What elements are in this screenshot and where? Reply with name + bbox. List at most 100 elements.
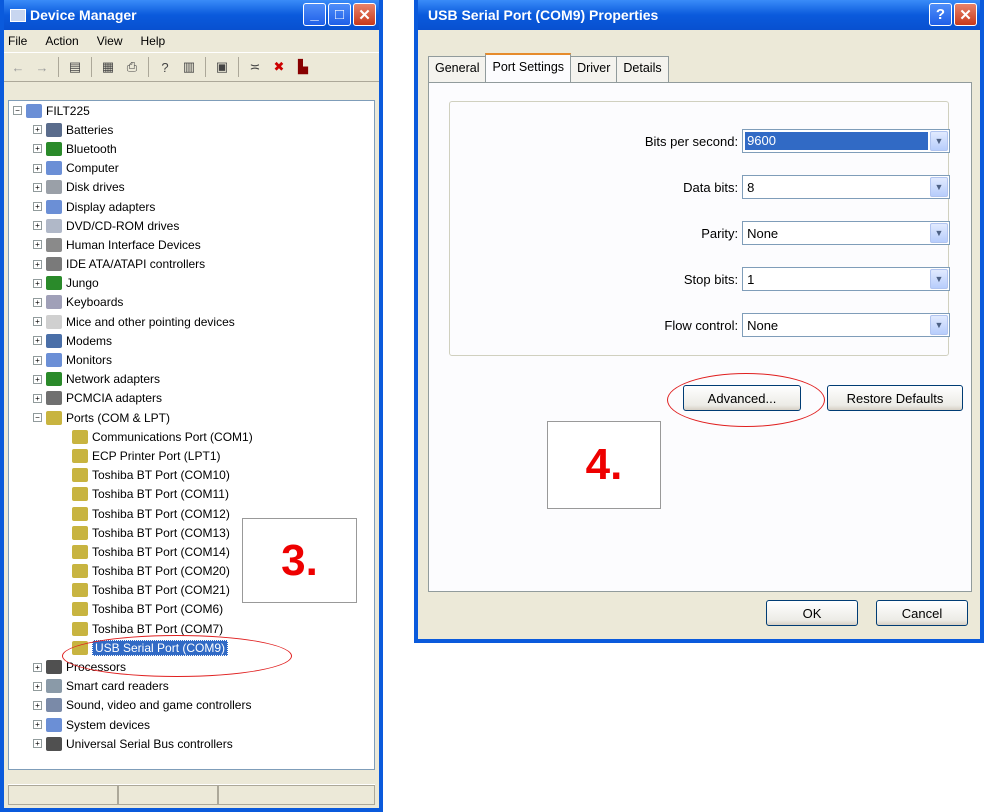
- device-category-icon: [46, 660, 62, 675]
- minimize-button[interactable]: _: [303, 3, 326, 26]
- menu-help[interactable]: Help: [141, 34, 166, 48]
- expand-icon[interactable]: +: [33, 202, 42, 212]
- ok-button[interactable]: OK: [766, 600, 858, 626]
- expand-icon[interactable]: +: [33, 297, 42, 307]
- tree-item-port[interactable]: Communications Port (COM1): [9, 427, 374, 446]
- help-icon[interactable]: ?: [157, 59, 173, 75]
- cancel-button[interactable]: Cancel: [876, 600, 968, 626]
- tree-item-category[interactable]: + Computer: [9, 159, 374, 178]
- print-icon[interactable]: ⎙: [124, 59, 140, 75]
- flow-control-select[interactable]: None ▼: [742, 313, 950, 337]
- forward-arrow-icon[interactable]: →: [34, 59, 50, 75]
- tree-item-category[interactable]: + Human Interface Devices: [9, 235, 374, 254]
- back-arrow-icon[interactable]: ←: [10, 59, 26, 75]
- tree-item-category[interactable]: + Display adapters: [9, 197, 374, 216]
- tree-item-category[interactable]: + Universal Serial Bus controllers: [9, 734, 374, 753]
- tab-general[interactable]: General: [428, 56, 487, 82]
- stop-bits-select[interactable]: 1 ▼: [742, 267, 950, 291]
- uninstall-icon[interactable]: ▙: [295, 59, 311, 75]
- menu-action[interactable]: Action: [45, 34, 78, 48]
- expand-icon[interactable]: +: [33, 739, 42, 749]
- view-icon[interactable]: ▥: [181, 59, 197, 75]
- scan-hardware-icon[interactable]: ▣: [214, 59, 230, 75]
- tree-item-port[interactable]: ECP Printer Port (LPT1): [9, 446, 374, 465]
- expand-icon[interactable]: +: [33, 278, 42, 288]
- expand-icon[interactable]: +: [33, 259, 42, 269]
- expand-icon[interactable]: +: [33, 355, 42, 365]
- pp-titlebar[interactable]: USB Serial Port (COM9) Properties ? ✕: [418, 0, 980, 30]
- tree-item-category[interactable]: + Bluetooth: [9, 139, 374, 158]
- parity-select[interactable]: None ▼: [742, 221, 950, 245]
- expand-icon[interactable]: +: [33, 720, 42, 730]
- tree-item-category[interactable]: + Modems: [9, 331, 374, 350]
- field-label: Flow control:: [664, 317, 739, 333]
- chevron-down-icon[interactable]: ▼: [930, 223, 948, 243]
- tree-item-category[interactable]: + Mice and other pointing devices: [9, 312, 374, 331]
- tree-item-category[interactable]: + Smart card readers: [9, 677, 374, 696]
- expand-icon[interactable]: +: [33, 393, 42, 403]
- expand-icon[interactable]: +: [33, 662, 42, 672]
- chevron-down-icon[interactable]: ▼: [930, 269, 948, 289]
- tree-item-category[interactable]: + System devices: [9, 715, 374, 734]
- chevron-down-icon[interactable]: ▼: [930, 315, 948, 335]
- collapse-icon[interactable]: −: [13, 106, 22, 116]
- device-category-icon: [46, 122, 62, 137]
- disable-icon[interactable]: ✖: [271, 59, 287, 75]
- expand-icon[interactable]: +: [33, 240, 42, 250]
- tree-item-label: Toshiba BT Port (COM14): [92, 544, 230, 559]
- dm-titlebar[interactable]: Device Manager _ □ ✕: [4, 0, 379, 30]
- tree-item-category[interactable]: + Keyboards: [9, 293, 374, 312]
- device-category-icon: [72, 429, 88, 444]
- expand-icon[interactable]: +: [33, 221, 42, 231]
- field-label: Data bits:: [683, 179, 739, 195]
- tab-port-settings[interactable]: Port Settings: [485, 53, 572, 83]
- tree-item-port[interactable]: Toshiba BT Port (COM11): [9, 485, 374, 504]
- tree-item-category[interactable]: + Jungo: [9, 274, 374, 293]
- properties-dialog: USB Serial Port (COM9) Properties ? ✕ Ge…: [414, 0, 984, 643]
- data-bits-select[interactable]: 8 ▼: [742, 175, 950, 199]
- tree-item-ports[interactable]: − Ports (COM & LPT): [9, 408, 374, 427]
- restore-defaults-button[interactable]: Restore Defaults: [827, 385, 963, 411]
- menu-view[interactable]: View: [97, 34, 123, 48]
- device-category-icon: [72, 487, 88, 502]
- tree-item-category[interactable]: + Batteries: [9, 120, 374, 139]
- chevron-down-icon[interactable]: ▼: [930, 177, 948, 197]
- close-button[interactable]: ✕: [954, 3, 977, 26]
- expand-icon[interactable]: +: [33, 681, 42, 691]
- device-category-icon: [72, 468, 88, 483]
- tab-details[interactable]: Details: [616, 56, 669, 82]
- maximize-button[interactable]: □: [328, 3, 351, 26]
- menu-file[interactable]: File: [8, 34, 27, 48]
- tree-item-label: Monitors: [66, 353, 113, 368]
- expand-icon[interactable]: +: [33, 125, 42, 135]
- tree-item-category[interactable]: + DVD/CD-ROM drives: [9, 216, 374, 235]
- tree-item-category[interactable]: + IDE ATA/ATAPI controllers: [9, 255, 374, 274]
- tree-item-port[interactable]: Toshiba BT Port (COM10): [9, 466, 374, 485]
- show-hide-tree-icon[interactable]: ▤: [67, 59, 83, 75]
- tree-item-category[interactable]: + Network adapters: [9, 370, 374, 389]
- tab-driver[interactable]: Driver: [570, 56, 618, 82]
- chevron-down-icon[interactable]: ▼: [930, 131, 948, 151]
- expand-icon[interactable]: +: [33, 182, 42, 192]
- tree-item-category[interactable]: + Monitors: [9, 350, 374, 369]
- update-driver-icon[interactable]: ≍: [247, 59, 263, 75]
- expand-icon[interactable]: +: [33, 317, 42, 327]
- dm-toolbar: ← → ▤ ▦ ⎙ ? ▥ ▣ ≍ ✖ ▙: [4, 52, 379, 82]
- tree-item-category[interactable]: + Disk drives: [9, 178, 374, 197]
- help-button[interactable]: ?: [929, 3, 952, 26]
- tree-root[interactable]: − FILT225: [9, 101, 374, 120]
- collapse-icon[interactable]: −: [33, 413, 42, 423]
- bits-per-second-select[interactable]: 9600 ▼: [742, 129, 950, 153]
- expand-icon[interactable]: +: [33, 374, 42, 384]
- device-category-icon: [46, 353, 62, 368]
- tree-item-category[interactable]: + Sound, video and game controllers: [9, 696, 374, 715]
- tree-item-category[interactable]: + PCMCIA adapters: [9, 389, 374, 408]
- expand-icon[interactable]: +: [33, 336, 42, 346]
- device-category-icon: [72, 448, 88, 463]
- expand-icon[interactable]: +: [33, 144, 42, 154]
- expand-icon[interactable]: +: [33, 163, 42, 173]
- properties-icon[interactable]: ▦: [100, 59, 116, 75]
- step-4-annotation: 4.: [547, 421, 661, 509]
- close-button[interactable]: ✕: [353, 3, 376, 26]
- expand-icon[interactable]: +: [33, 700, 42, 710]
